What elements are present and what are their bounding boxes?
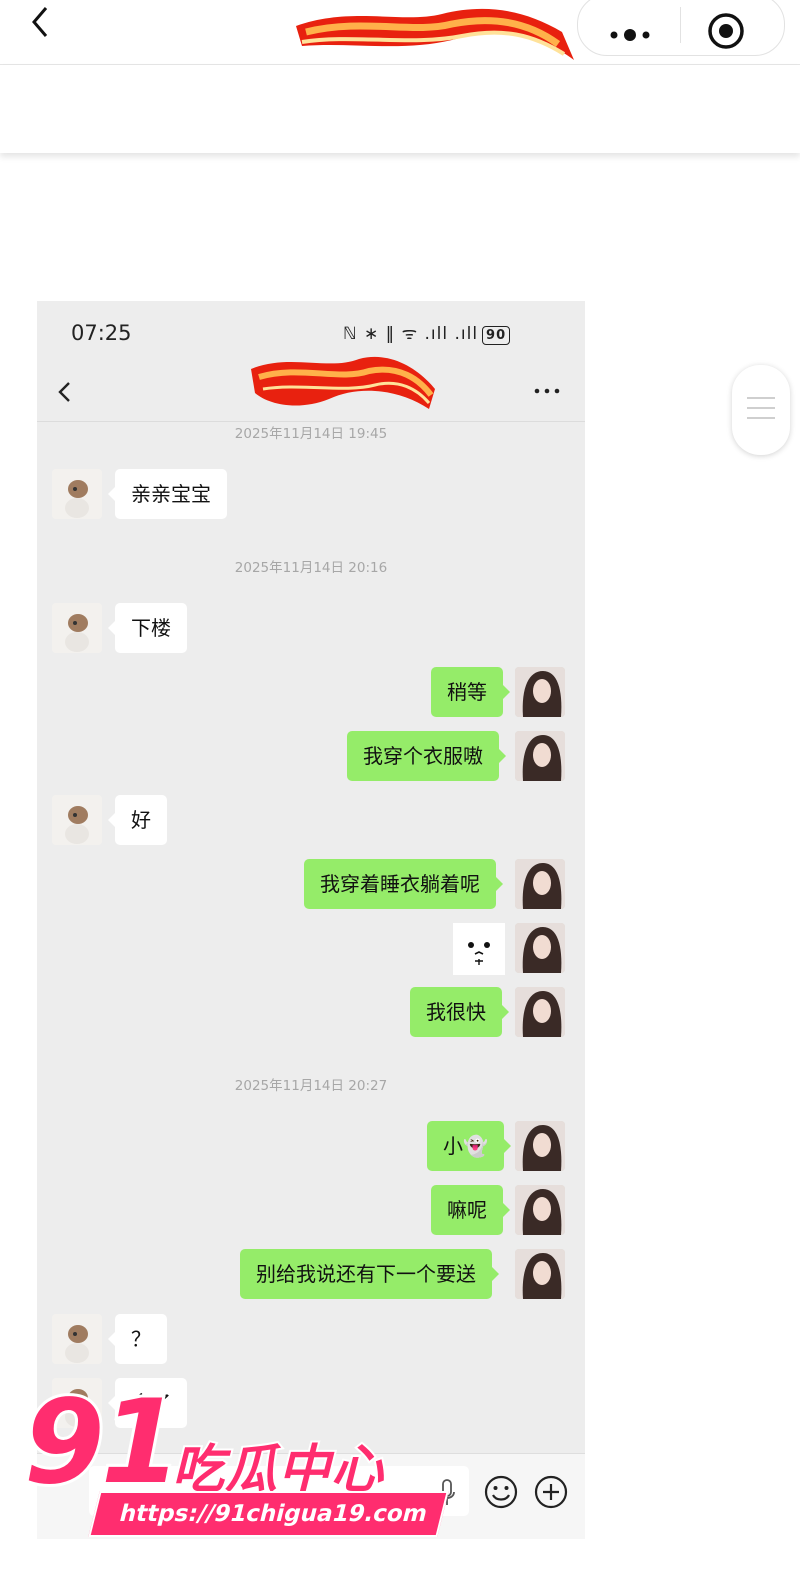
girl-avatar-icon (515, 1185, 565, 1235)
status-icons: ℕ ∗ ‖ ᯤ .ıll .ıll 90 (343, 321, 511, 345)
watermark-number: 91 (21, 1375, 184, 1510)
message-timestamp: 2025年11月14日 20:27 (234, 1078, 388, 1094)
chat-screenshot: 07:25 ℕ ∗ ‖ ᯤ .ıll .ıll 90 2025年11月14日 19… (37, 301, 585, 1539)
avatar[interactable] (515, 731, 565, 781)
message-bubble[interactable]: 我穿个衣服嗷 (347, 731, 506, 781)
girl-avatar-icon (515, 667, 565, 717)
signal-icons: ℕ ∗ ‖ ᯤ .ıll .ıll (343, 324, 479, 344)
girl-avatar-icon (515, 859, 565, 909)
emoji-icon[interactable] (483, 1474, 519, 1510)
avatar[interactable] (515, 667, 565, 717)
dog-avatar-icon (52, 469, 102, 519)
plus-icon[interactable] (533, 1474, 569, 1510)
dog-avatar-icon (52, 603, 102, 653)
battery-icon: 90 (482, 326, 511, 345)
site-watermark: 91 吃瓜中心 https://91chigua19.com (21, 1375, 449, 1543)
capsule-divider (680, 7, 681, 43)
message-bubble[interactable]: ？ (108, 1314, 167, 1364)
message-bubble[interactable]: 下楼 (108, 603, 187, 653)
girl-avatar-icon (515, 987, 565, 1037)
girl-avatar-icon (515, 731, 565, 781)
watermark-url: https://91chigua19.com (88, 1491, 449, 1537)
outer-top-bar (0, 0, 800, 65)
message-timestamp: 2025年11月14日 20:16 (234, 560, 388, 576)
message-bubble[interactable]: 好 (108, 795, 167, 845)
close-target-icon[interactable] (704, 5, 748, 49)
message-bubble[interactable]: 亲亲宝宝 (108, 469, 227, 519)
message-bubble[interactable]: 别给我说还有下一个要送 (240, 1249, 499, 1299)
sticker-face-icon (453, 923, 505, 975)
dog-avatar-icon (52, 1314, 102, 1364)
message-timestamp: 2025年11月14日 19:45 (234, 426, 388, 442)
handle-line (747, 417, 775, 419)
girl-avatar-icon (515, 1121, 565, 1171)
message-bubble[interactable]: 我穿着睡衣躺着呢 (304, 859, 503, 909)
avatar[interactable] (515, 1185, 565, 1235)
chat-more-icon[interactable] (533, 385, 561, 397)
redaction-scribble (251, 356, 435, 409)
avatar[interactable] (52, 795, 102, 845)
avatar[interactable] (515, 1249, 565, 1299)
message-bubble[interactable]: 嘛呢 (431, 1185, 510, 1235)
redaction-scribble (296, 8, 574, 60)
back-arrow-icon[interactable] (55, 377, 75, 407)
more-dots-icon[interactable] (602, 9, 658, 45)
status-time: 07:25 (71, 321, 132, 345)
avatar[interactable] (52, 1314, 102, 1364)
back-arrow-icon[interactable] (22, 2, 58, 42)
outer-sub-bar (0, 65, 800, 153)
avatar[interactable] (52, 469, 102, 519)
girl-avatar-icon (515, 923, 565, 973)
avatar[interactable] (515, 859, 565, 909)
avatar[interactable] (515, 987, 565, 1037)
avatar[interactable] (515, 923, 565, 973)
dog-avatar-icon (52, 795, 102, 845)
capsule-menu (577, 0, 785, 56)
side-drawer-handle[interactable] (732, 365, 790, 455)
message-bubble[interactable]: 我很快 (410, 987, 509, 1037)
avatar[interactable] (52, 603, 102, 653)
girl-avatar-icon (515, 1249, 565, 1299)
avatar[interactable] (515, 1121, 565, 1171)
message-bubble[interactable]: 小👻 (427, 1121, 511, 1171)
handle-line (747, 407, 775, 409)
handle-line (747, 397, 775, 399)
sticker-message[interactable] (453, 923, 505, 975)
message-bubble[interactable]: 稍等 (431, 667, 510, 717)
